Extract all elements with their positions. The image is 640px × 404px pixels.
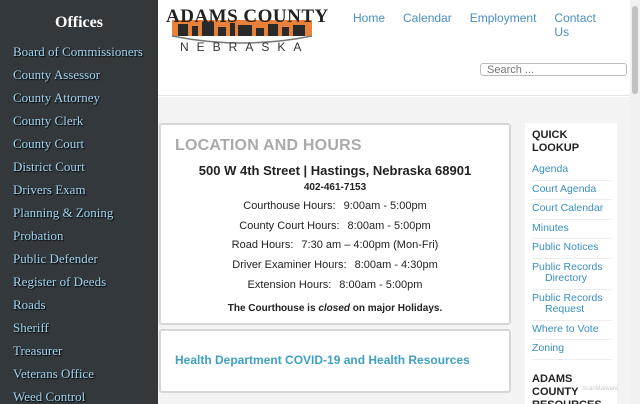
- sidebar-item-planning-zoning[interactable]: Planning & Zoning: [0, 201, 158, 224]
- quick-lookup-label: Zoning: [532, 342, 565, 354]
- site-header: ADAMS COUNTY NEBRASKA Home Calendar Empl…: [158, 0, 630, 96]
- quick-lookup-label: Minutes: [532, 221, 569, 234]
- sidebar-item-roads[interactable]: Roads: [0, 293, 158, 316]
- logo-subtitle: NEBRASKA: [180, 40, 310, 54]
- hours-row: Courthouse Hours: 9:00am - 5:00pm: [161, 200, 509, 212]
- quick-lookup-label-cont: Request: [545, 303, 585, 315]
- sidebar-item-probation[interactable]: Probation: [0, 224, 158, 247]
- quick-lookup-court-agenda[interactable]: Court Agenda: [532, 181, 612, 200]
- covid-card: Health Department COVID-19 and Health Re…: [159, 329, 511, 393]
- sidebar-item-register-of-deeds[interactable]: Register of Deeds: [0, 270, 158, 293]
- holiday-emphasis: closed: [318, 303, 350, 314]
- sidebar-item-veterans-office[interactable]: Veterans Office: [0, 362, 158, 385]
- quick-lookup-label-cont: Directory: [545, 272, 588, 284]
- holiday-notice: The Courthouse is closed on major Holida…: [161, 303, 509, 314]
- quick-lookup-label: Agenda: [532, 163, 569, 175]
- hours-row: County Court Hours: 8:00am - 5:00pm: [161, 220, 509, 232]
- nav-calendar-link[interactable]: Calendar: [403, 11, 452, 39]
- quick-lookup-where-to-vote[interactable]: Where to Vote: [532, 321, 612, 340]
- quick-lookup-public-notices[interactable]: Public Notices: [532, 239, 612, 259]
- sidebar-item-board-of-commissioners[interactable]: Board of Commissioners: [0, 40, 158, 63]
- hours-row: Driver Examiner Hours: 8:00am - 4:30pm: [161, 259, 509, 271]
- county-logo[interactable]: ADAMS COUNTY NEBRASKA: [166, 6, 328, 56]
- top-nav: Home Calendar Employment Contact Us: [353, 11, 630, 39]
- sidebar-item-drivers-exam[interactable]: Drivers Exam: [0, 178, 158, 201]
- phone-number: 402-461-7153: [303, 182, 367, 193]
- quick-lookup-label: Public Notices: [532, 241, 599, 253]
- quick-lookup-list: Agenda Court Agenda Court Calendar Minut…: [532, 161, 612, 360]
- scrollbar-thumb[interactable]: [632, 6, 638, 94]
- quick-lookup-zoning[interactable]: Zoning: [532, 340, 612, 360]
- hours-value: 8:00am - 5:00pm: [339, 279, 423, 291]
- hours-label: Courthouse Hours:: [243, 200, 336, 212]
- offices-sidebar: Offices Board of Commissioners County As…: [0, 0, 158, 404]
- hours-value: 8:00am - 5:00pm: [347, 220, 431, 232]
- quick-lookup-label: Public Records: [532, 291, 603, 304]
- sidebar-list: Board of Commissioners County Assessor C…: [0, 40, 158, 404]
- hours-value: 8:00am - 4:30pm: [354, 259, 438, 271]
- nav-home-link[interactable]: Home: [353, 11, 385, 39]
- quick-lookup-label: Public Records: [532, 260, 603, 273]
- address: 500 W 4th Street | Hastings, Nebraska 68…: [198, 163, 472, 178]
- search-input[interactable]: [480, 63, 627, 76]
- quick-lookup-court-calendar[interactable]: Court Calendar: [532, 200, 612, 220]
- holiday-prefix: The Courthouse is: [227, 303, 316, 314]
- sidebar-item-weed-control[interactable]: Weed Control: [0, 385, 158, 404]
- page-scrollbar[interactable]: [630, 0, 640, 404]
- hours-label: Driver Examiner Hours:: [232, 259, 347, 271]
- quick-lookup-public-records-request[interactable]: Public Records Request: [532, 290, 612, 321]
- sidebar-title: Offices: [55, 14, 103, 31]
- sidebar-item-public-defender[interactable]: Public Defender: [0, 247, 158, 270]
- sidebar-item-sheriff[interactable]: Sheriff: [0, 316, 158, 339]
- quick-lookup-title: QUICK LOOKUP: [532, 129, 580, 154]
- covid-resources-link[interactable]: Health Department COVID-19 and Health Re…: [175, 353, 470, 367]
- sidebar-item-treasurer[interactable]: Treasurer: [0, 339, 158, 362]
- hours-label: County Court Hours:: [239, 220, 340, 232]
- location-title: LOCATION AND HOURS: [175, 137, 362, 154]
- hours-row: Road Hours: 7:30 am – 4:00pm (Mon-Fri): [161, 239, 509, 251]
- quick-lookup-public-records-directory[interactable]: Public Records Directory: [532, 259, 612, 290]
- sidebar-item-county-assessor[interactable]: County Assessor: [0, 63, 158, 86]
- sidebar-item-county-court[interactable]: County Court: [0, 132, 158, 155]
- nav-employment-link[interactable]: Employment: [470, 11, 537, 39]
- sidebar-item-county-attorney[interactable]: County Attorney: [0, 86, 158, 109]
- sidebar-item-district-court[interactable]: District Court: [0, 155, 158, 178]
- quick-lookup-label: Where to Vote: [532, 322, 599, 335]
- quick-lookup-label: Court Calendar: [532, 202, 604, 214]
- nav-contact-link[interactable]: Contact Us: [554, 11, 612, 39]
- hours-value: 7:30 am – 4:00pm (Mon-Fri): [301, 239, 439, 251]
- quick-lookup-label: Court Agenda: [532, 182, 597, 195]
- holiday-suffix: on major Holidays.: [352, 303, 443, 314]
- quick-lookup-agenda[interactable]: Agenda: [532, 161, 612, 181]
- hours-value: 9:00am - 5:00pm: [343, 200, 427, 212]
- sidebar-item-county-clerk[interactable]: County Clerk: [0, 109, 158, 132]
- watermark: ScanMalware: [582, 386, 619, 392]
- quick-lookup-panel: QUICK LOOKUP Agenda Court Agenda Court C…: [525, 123, 617, 404]
- location-hours-card: LOCATION AND HOURS 500 W 4th Street | Ha…: [159, 123, 511, 325]
- hours-label: Extension Hours:: [247, 279, 332, 291]
- hours-row: Extension Hours: 8:00am - 5:00pm: [161, 279, 509, 291]
- hours-label: Road Hours:: [231, 239, 294, 251]
- quick-lookup-minutes[interactable]: Minutes: [532, 220, 612, 239]
- logo-title: ADAMS COUNTY: [166, 6, 329, 27]
